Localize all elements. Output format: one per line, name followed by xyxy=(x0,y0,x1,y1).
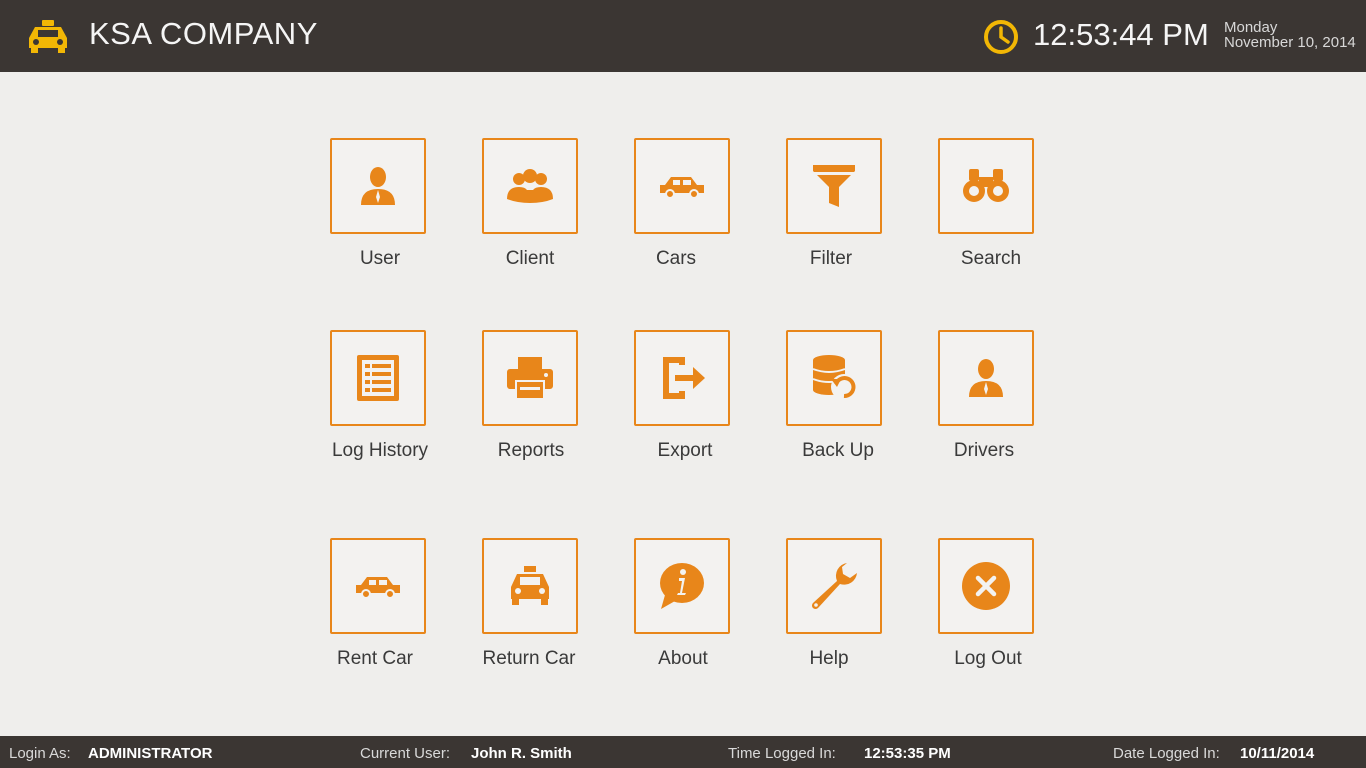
search-button[interactable] xyxy=(938,138,1034,234)
printer-icon xyxy=(507,357,553,400)
taxi-icon xyxy=(511,566,549,605)
log-history-button[interactable] xyxy=(330,330,426,426)
rent-car-label: Rent Car xyxy=(336,648,414,669)
export-label: Export xyxy=(657,440,713,461)
login-as-value: ADMINISTRATOR xyxy=(88,745,213,762)
date-logged-value: 10/11/2014 xyxy=(1240,745,1315,762)
user-icon xyxy=(361,167,395,205)
client-button[interactable] xyxy=(482,138,578,234)
user-button[interactable] xyxy=(330,138,426,234)
drivers-button[interactable] xyxy=(938,330,1034,426)
drivers-label: Drivers xyxy=(953,440,1015,461)
driver-icon xyxy=(969,359,1003,397)
reports-button[interactable] xyxy=(482,330,578,426)
filter-icon xyxy=(813,165,855,207)
user-label: User xyxy=(359,248,401,269)
list-icon xyxy=(357,355,399,401)
database-restore-icon xyxy=(812,355,857,400)
current-user-label: Current User: xyxy=(360,745,451,762)
cars-label: Cars xyxy=(655,248,697,269)
back-up-label: Back Up xyxy=(802,440,874,461)
client-label: Client xyxy=(505,248,555,269)
export-button[interactable] xyxy=(634,330,730,426)
clock-icon xyxy=(984,20,1018,54)
close-circle-icon xyxy=(962,562,1010,610)
about-button[interactable] xyxy=(634,538,730,634)
filter-button[interactable] xyxy=(786,138,882,234)
return-car-label: Return Car xyxy=(482,648,576,669)
app-title: KSA COMPANY xyxy=(89,16,318,51)
binoculars-icon xyxy=(963,169,1009,202)
time-logged-value: 12:53:35 PM xyxy=(864,745,951,762)
back-up-button[interactable] xyxy=(786,330,882,426)
log-history-label: Log History xyxy=(331,440,429,461)
help-button[interactable] xyxy=(786,538,882,634)
log-out-button[interactable] xyxy=(938,538,1034,634)
info-bubble-icon xyxy=(660,563,704,609)
group-icon xyxy=(507,169,553,203)
clock-date: November 10, 2014 xyxy=(1224,34,1356,51)
reports-label: Reports xyxy=(497,440,565,461)
date-logged-label: Date Logged In: xyxy=(1113,745,1220,762)
car-icon xyxy=(356,577,400,599)
car-icon xyxy=(660,177,704,199)
clock-time: 12:53:44 PM xyxy=(1033,17,1209,52)
wrench-icon xyxy=(811,563,857,610)
current-user-value: John R. Smith xyxy=(471,745,572,762)
return-car-button[interactable] xyxy=(482,538,578,634)
login-as-label: Login As: xyxy=(9,745,71,762)
time-logged-label: Time Logged In: xyxy=(728,745,836,762)
rent-car-button[interactable] xyxy=(330,538,426,634)
log-out-label: Log Out xyxy=(954,648,1022,669)
export-icon xyxy=(663,357,705,399)
header-bar: KSA COMPANY 12:53:44 PM Monday November … xyxy=(0,0,1366,72)
about-label: About xyxy=(658,648,708,669)
filter-label: Filter xyxy=(809,248,853,269)
search-label: Search xyxy=(960,248,1022,269)
clock-day: Monday xyxy=(1224,19,1278,36)
status-bar: Login As: ADMINISTRATOR Current User: Jo… xyxy=(0,736,1366,768)
taxi-icon xyxy=(29,20,67,53)
cars-button[interactable] xyxy=(634,138,730,234)
help-label: Help xyxy=(809,648,849,669)
